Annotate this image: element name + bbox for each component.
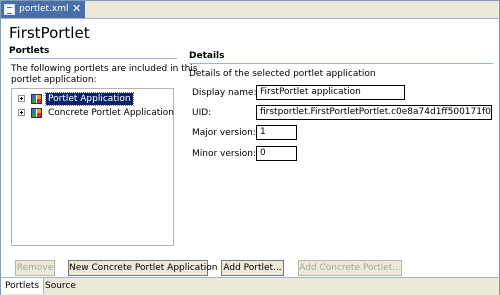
minor-version-label: Minor version: [192,149,257,159]
tree-item-concrete-portlet-application[interactable]: Concrete Portlet Application [12,106,174,120]
add-portlet-button[interactable]: Add Portlet... [221,260,284,276]
new-concrete-portlet-application-button[interactable]: New Concrete Portlet Application [68,260,217,276]
major-version-label: Major version: [192,128,256,138]
details-heading: Details [189,51,225,61]
xml-file-icon [4,4,15,15]
editor-tab-strip: portlet.xml ✕ [1,1,499,19]
page-tab-strip: Portlets Source [1,277,499,295]
page-title: FirstPortlet [9,24,90,42]
expand-icon[interactable] [18,109,25,116]
expand-icon[interactable] [18,95,25,102]
portlet-icon [31,108,42,118]
remove-button[interactable]: Remove [15,260,55,276]
editor-frame: portlet.xml ✕ FirstPortlet Portlets The … [0,0,500,295]
details-description: Details of the selected portlet applicat… [189,69,376,79]
portlets-divider [9,58,177,59]
close-icon[interactable]: ✕ [72,2,81,16]
minor-version-field[interactable]: 0 [256,146,297,161]
tree-item-portlet-application[interactable]: Portlet Application [12,92,172,106]
major-version-field[interactable]: 1 [256,125,297,140]
tree-item-label[interactable]: Concrete Portlet Application [46,107,176,119]
portlets-tree[interactable]: Portlet Application Concrete Portlet App… [11,88,174,246]
add-concrete-portlet-button[interactable]: Add Concrete Portlet... [298,260,402,276]
tab-portlet-xml[interactable]: portlet.xml ✕ [1,1,85,18]
uid-label: UID: [192,108,212,118]
portlets-description-1: The following portlets are included in t… [11,64,198,74]
details-divider [189,63,493,64]
portlets-heading: Portlets [9,46,50,56]
display-name-label: Display name: [192,88,257,98]
tab-portlets[interactable]: Portlets [1,278,45,294]
portlets-description-2: portlet application: [11,75,97,85]
tab-source[interactable]: Source [41,278,80,294]
display-name-field[interactable]: FirstPortlet application [256,85,405,100]
uid-field[interactable]: firstportlet.FirstPortletPortlet.c0e8a74… [256,105,492,120]
portlet-icon [31,94,42,104]
tree-item-label[interactable]: Portlet Application [45,92,134,106]
tab-label: portlet.xml [19,4,69,14]
